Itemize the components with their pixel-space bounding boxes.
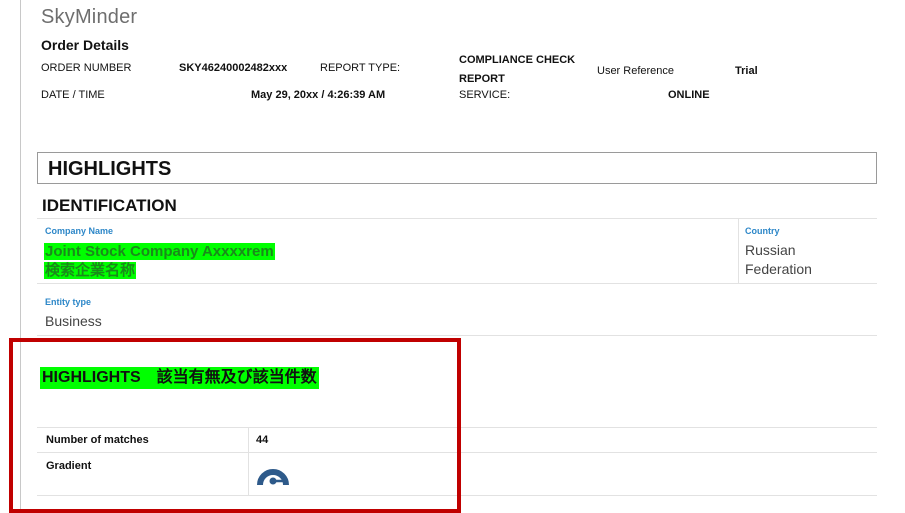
- user-reference-label: User Reference: [597, 65, 675, 77]
- service-label: SERVICE:: [459, 89, 511, 101]
- order-details-title: Order Details: [41, 37, 129, 53]
- highlights-header-box: HIGHLIGHTS: [37, 152, 877, 184]
- country-value-line1: Russian: [745, 242, 796, 258]
- entity-type-label: Entity type: [45, 297, 92, 307]
- identification-divider: [37, 218, 877, 219]
- report-type-value-line2: REPORT: [459, 73, 505, 85]
- annotation-highlight-frame: [9, 338, 461, 513]
- highlights-header: HIGHLIGHTS: [48, 158, 172, 180]
- entity-type-value: Business: [45, 313, 102, 329]
- order-number-value: SKY46240002482xxx: [179, 62, 288, 74]
- service-value: ONLINE: [668, 89, 710, 101]
- country-value: Russian Federation: [745, 241, 855, 279]
- company-name-value: Joint Stock Company Axxxxrem: [44, 243, 275, 260]
- user-reference-value: Trial: [735, 65, 758, 77]
- date-time-label: DATE / TIME: [41, 89, 105, 101]
- company-name-label: Company Name: [45, 226, 114, 236]
- order-number-label: ORDER NUMBER: [41, 62, 132, 74]
- country-value-line2: Federation: [745, 261, 812, 277]
- company-name-block: Joint Stock Company Axxxxrem 検索企業名称: [44, 242, 275, 280]
- identification-title: IDENTIFICATION: [42, 196, 177, 215]
- row-divider: [37, 283, 877, 284]
- report-type-value-line1: COMPLIANCE CHECK: [459, 54, 576, 66]
- brand-logo: SkyMinder: [41, 6, 138, 28]
- country-column-divider: [738, 219, 739, 283]
- report-type-label: REPORT TYPE:: [320, 62, 401, 74]
- country-label: Country: [745, 226, 780, 236]
- company-name-note: 検索企業名称: [44, 262, 137, 279]
- date-time-value: May 29, 20xx / 4:26:39 AM: [251, 89, 386, 101]
- row-divider: [37, 335, 877, 336]
